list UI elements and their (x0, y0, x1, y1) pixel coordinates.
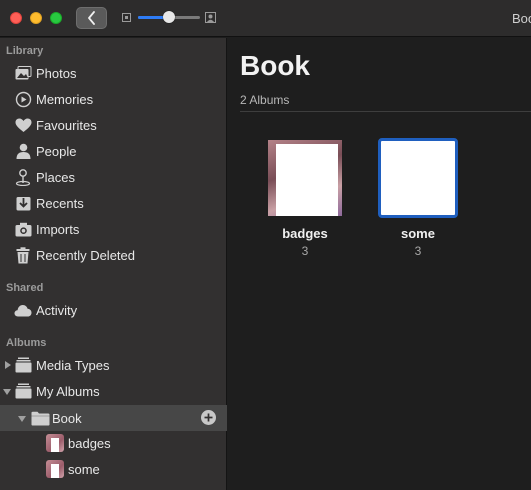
sidebar-item-label: People (36, 143, 77, 159)
folder-icon (30, 409, 50, 427)
add-album-button[interactable] (201, 410, 216, 425)
sidebar: Library Photos Memories Favourites Peopl… (0, 38, 227, 490)
main-content: Book 2 Albums badges 3 some 3 (228, 38, 531, 490)
zoom-out-icon[interactable] (122, 13, 131, 22)
sidebar-item-label: My Albums (36, 383, 100, 399)
window-title: Boo (512, 11, 531, 26)
zoom-window-button[interactable] (50, 12, 62, 24)
sidebar-item-recently-deleted[interactable]: Recently Deleted (0, 242, 227, 268)
divider (240, 111, 531, 112)
back-button[interactable] (76, 7, 107, 29)
sidebar-item-label: Favourites (36, 117, 97, 133)
page-title: Book (240, 50, 310, 81)
sidebar-item-badges[interactable]: badges (0, 430, 227, 456)
sidebar-item-label: Memories (36, 91, 94, 107)
zoom-slider-knob[interactable] (163, 11, 175, 23)
album-thumbnail (46, 434, 64, 452)
sidebar-item-label: Recently Deleted (36, 247, 135, 263)
album-stack-icon (14, 356, 32, 374)
sidebar-item-book[interactable]: Book (0, 405, 227, 431)
disclosure-down-icon[interactable] (3, 388, 11, 396)
disclosure-right-icon[interactable] (4, 361, 12, 369)
sidebar-item-label: Media Types (36, 357, 110, 373)
sidebar-item-label: Book (52, 410, 82, 426)
cloud-icon (14, 301, 32, 319)
album-item-count: 3 (414, 244, 422, 258)
sidebar-item-favourites[interactable]: Favourites (0, 112, 227, 138)
sidebar-item-label: Recents (36, 195, 84, 211)
zoom-in-icon[interactable] (205, 12, 216, 23)
photos-icon (14, 64, 32, 82)
library-section-title: Library (6, 45, 44, 57)
sidebar-item-imports[interactable]: Imports (0, 216, 227, 242)
sidebar-item-activity[interactable]: Activity (0, 297, 227, 323)
sidebar-item-label: Places (36, 169, 76, 185)
albums-section-title: Albums (6, 337, 47, 349)
person-icon (14, 142, 32, 160)
sidebar-item-photos[interactable]: Photos (0, 60, 227, 86)
album-stack-icon (14, 382, 32, 400)
shared-section-title: Shared (6, 282, 44, 294)
sidebar-item-label: Imports (36, 221, 80, 237)
recents-icon (14, 194, 32, 212)
close-window-button[interactable] (10, 12, 22, 24)
chevron-left-icon (87, 11, 95, 25)
disclosure-down-icon[interactable] (18, 415, 26, 423)
album-item-count: 3 (301, 244, 309, 258)
album-count: 2 Albums (240, 93, 290, 107)
pin-icon (14, 168, 32, 186)
sidebar-item-recents[interactable]: Recents (0, 190, 227, 216)
trash-icon (14, 246, 32, 264)
memories-icon (14, 90, 32, 108)
album-cover-photo (276, 144, 338, 216)
album-cover[interactable] (268, 140, 342, 216)
sidebar-item-people[interactable]: People (0, 138, 227, 164)
album-cover[interactable] (378, 138, 458, 218)
sidebar-item-label: badges (68, 435, 111, 451)
album-thumbnail (46, 460, 64, 478)
camera-icon (14, 220, 32, 238)
sidebar-item-label: Activity (36, 302, 78, 318)
sidebar-item-media-types[interactable]: Media Types (0, 352, 227, 378)
sidebar-item-label: Photos (36, 65, 77, 81)
album-name: badges (282, 226, 328, 241)
sidebar-item-label: some (68, 461, 100, 477)
sidebar-item-memories[interactable]: Memories (0, 86, 227, 112)
heart-icon (14, 116, 32, 134)
plus-icon (204, 413, 213, 422)
sidebar-item-places[interactable]: Places (0, 164, 227, 190)
sidebar-item-some[interactable]: some (0, 456, 227, 482)
minimize-window-button[interactable] (30, 12, 42, 24)
title-bar: Boo (0, 0, 531, 37)
album-name: some (401, 226, 435, 241)
sidebar-item-my-albums[interactable]: My Albums (0, 378, 227, 404)
